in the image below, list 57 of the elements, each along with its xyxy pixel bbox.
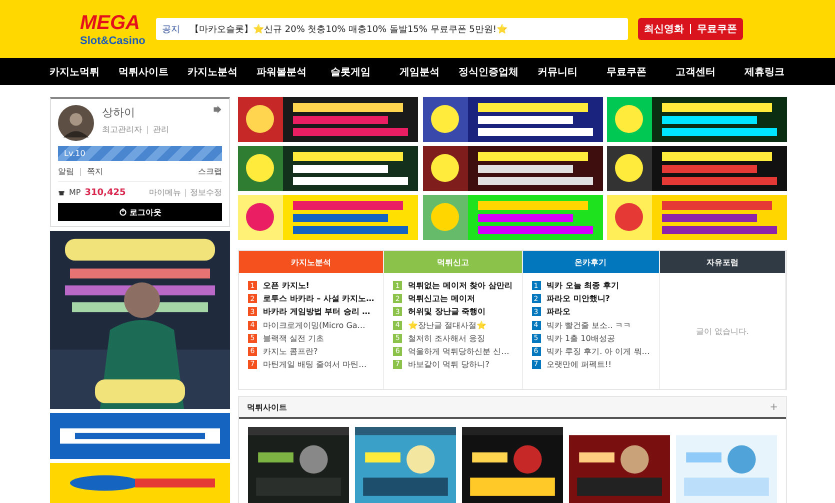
- post-link[interactable]: 마이크로게이밍(Micro Ga…: [263, 320, 366, 331]
- nav-item[interactable]: 커뮤니티: [523, 64, 592, 78]
- post-link[interactable]: 카지노 콤프란?: [263, 346, 318, 357]
- post-link[interactable]: 파라오 미안했니?: [546, 293, 610, 304]
- post-link[interactable]: 빅카 루징 후기. 아 이게 뭐…: [546, 346, 650, 357]
- power-icon: [118, 208, 126, 216]
- post-link[interactable]: 먹튀신고는 메이저: [408, 293, 475, 304]
- post-link[interactable]: 허위및 장난글 죽행이: [408, 306, 486, 318]
- profile-link[interactable]: 알림: [58, 166, 74, 177]
- post-link[interactable]: 마틴게일 배팅 줄여서 마틴…: [263, 358, 367, 370]
- nav-item[interactable]: 파워볼분석: [247, 64, 316, 78]
- gift-icon: [58, 189, 65, 196]
- points-label: MP: [69, 188, 81, 197]
- nav-item[interactable]: 슬롯게임: [316, 64, 385, 78]
- nav-item[interactable]: 먹튀사이트: [109, 64, 178, 78]
- user-role: 최고관리자: [102, 124, 142, 135]
- post-link[interactable]: 오픈 카지노!: [263, 280, 310, 292]
- site-logo[interactable]: MEGA Slot&Casino: [58, 12, 148, 46]
- quick-link[interactable]: 무료쿠폰: [697, 22, 737, 36]
- points-value: 310,425: [84, 188, 126, 198]
- post-link[interactable]: 바카라 게임방법 부터 승리 …: [263, 306, 370, 318]
- logout-button[interactable]: 로그아웃: [58, 203, 222, 221]
- user-name: 상하이: [102, 105, 136, 120]
- avatar: [58, 105, 94, 141]
- profile-link[interactable]: 쪽지: [87, 166, 103, 177]
- nav-item[interactable]: 카지노분석: [178, 64, 247, 78]
- admin-link[interactable]: 관리: [153, 124, 169, 135]
- notice-label: 공지: [162, 24, 180, 36]
- scrap-link[interactable]: 스크랩: [198, 166, 222, 177]
- post-link[interactable]: 빅카 빨건줄 보소.. ㅋㅋ: [546, 320, 632, 331]
- post-link[interactable]: 파라오: [546, 306, 570, 318]
- post-link[interactable]: 오랫만에 퍼펙트!!: [546, 358, 612, 370]
- notice-text[interactable]: 【마카오슬롯】⭐신규 20% 첫충10% 매충10% 돌발15% 무료쿠폰 5만원!⭐: [190, 22, 508, 36]
- post-link[interactable]: 빅카 오늘 최종 후기: [546, 280, 619, 292]
- quick-link[interactable]: 최신영화: [644, 22, 684, 36]
- post-link[interactable]: 빅카 1출 10배성공: [546, 332, 615, 344]
- post-link[interactable]: 철저히 조사해서 응징: [408, 332, 486, 344]
- profile-link[interactable]: 정보수정: [190, 187, 222, 198]
- post-link[interactable]: ⭐장난글 절대사절⭐: [408, 320, 487, 331]
- post-link[interactable]: 바보같이 먹튀 당하니?: [408, 358, 490, 370]
- empty-message: 글이 없습니다.: [696, 326, 749, 336]
- board-tab[interactable]: 온카후기: [522, 251, 659, 273]
- level-bar: Lv.10: [58, 146, 222, 161]
- nav-item[interactable]: 카지노먹튀: [40, 64, 109, 78]
- post-link[interactable]: 블랙잭 실전 기초: [263, 332, 324, 344]
- nav-item[interactable]: 정식인증업체: [454, 64, 523, 78]
- nav-item[interactable]: 무료쿠폰: [592, 64, 661, 78]
- post-link[interactable]: 로투스 바카라 – 사설 카지노…: [263, 293, 374, 304]
- post-link[interactable]: 억울하게 먹튀당하신분 신…: [408, 346, 510, 357]
- profile-link[interactable]: 마이메뉴: [149, 187, 181, 198]
- nav-item[interactable]: 제휴링크: [730, 64, 799, 78]
- post-link[interactable]: 먹튀없는 메이저 찾아 삼만리: [408, 280, 512, 292]
- nav-item[interactable]: 게임분석: [385, 64, 454, 78]
- section-title: 먹튀사이트: [247, 402, 287, 412]
- board-tab[interactable]: 자유포럼: [660, 251, 785, 273]
- logout-icon[interactable]: [213, 105, 222, 114]
- nav-item[interactable]: 고객센터: [661, 64, 730, 78]
